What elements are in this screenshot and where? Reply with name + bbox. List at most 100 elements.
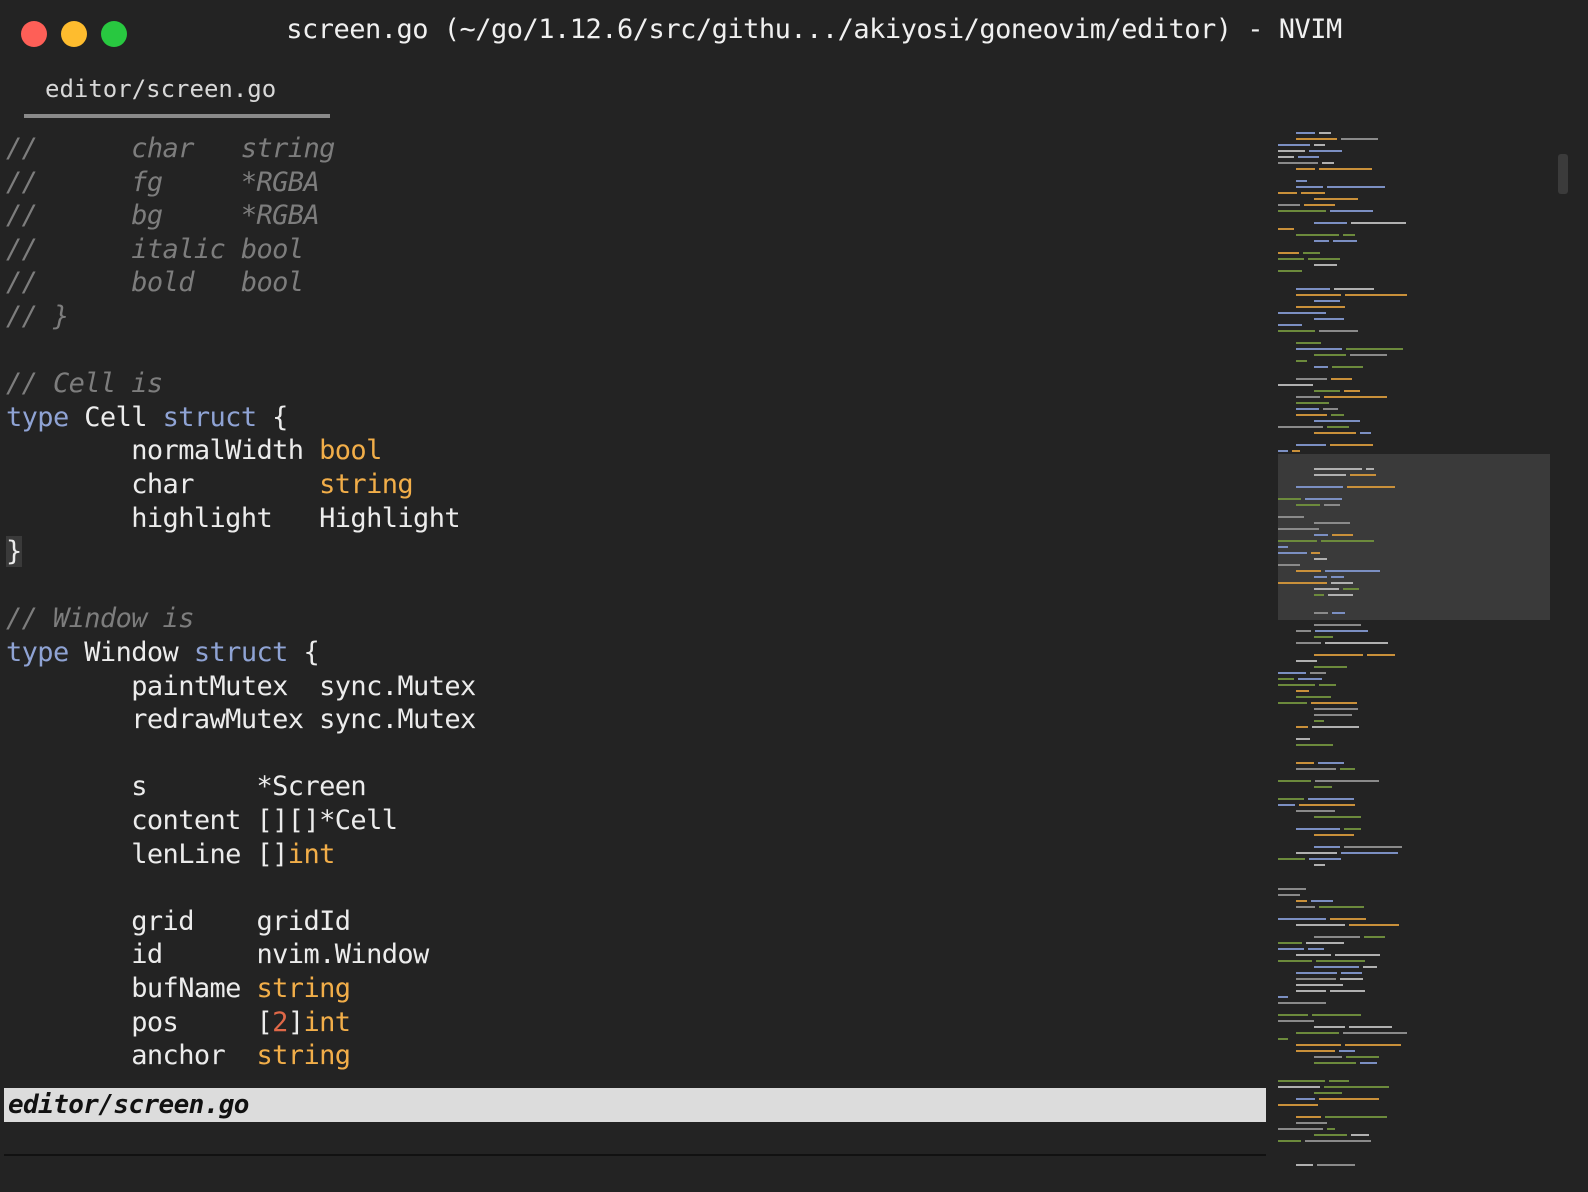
minimap-line: [1316, 960, 1365, 962]
code-editor[interactable]: // char string// fg *RGBA// bg *RGBA// i…: [0, 130, 1262, 1090]
minimap-line: [1330, 990, 1365, 992]
minimap-line: [1314, 1026, 1345, 1028]
minimap-line: [1314, 720, 1324, 722]
minimap-line: [1367, 654, 1395, 656]
minimap-line: [1296, 294, 1341, 296]
minimap-line: [1340, 768, 1355, 770]
minimap-line: [1303, 252, 1320, 254]
minimap-line: [1301, 192, 1325, 194]
minimap-line: [1296, 810, 1335, 812]
minimap-line: [1314, 222, 1347, 224]
minimap-line: [1296, 234, 1339, 236]
minimap-line: [1278, 270, 1302, 272]
minimap-line: [1278, 450, 1288, 452]
minimap-line: [1296, 990, 1326, 992]
minimap-line: [1296, 378, 1327, 380]
code-token: // char string: [6, 133, 335, 164]
minimap-line: [1314, 588, 1339, 590]
code-token: // italic bool: [6, 233, 304, 265]
minimap-line: [1327, 426, 1349, 428]
minimap-line: [1296, 444, 1326, 446]
code-token: struct: [162, 401, 258, 433]
minimap-line: [1351, 222, 1406, 224]
minimap-line: [1333, 240, 1357, 242]
minimap-line: [1278, 996, 1288, 998]
minimap-line: [1296, 900, 1307, 902]
minimap-line: [1296, 288, 1330, 290]
minimap-line: [1314, 420, 1360, 422]
minimap-line: [1299, 804, 1355, 806]
title-bar: screen.go (~/go/1.12.6/src/githu.../akiy…: [0, 0, 1588, 66]
minimap-line: [1334, 288, 1374, 290]
minimap-line: [1343, 588, 1359, 590]
minimap-line: [1314, 864, 1325, 866]
minimap-line: [1311, 702, 1357, 704]
code-token: highlight Highlight: [6, 502, 461, 534]
minimap-line: [1278, 798, 1304, 800]
minimap-line: [1314, 366, 1328, 368]
code-token: Window: [68, 637, 194, 668]
code-token: type: [6, 401, 69, 433]
minimap-line: [1278, 702, 1307, 704]
minimap-line: [1296, 768, 1336, 770]
minimap-line: [1341, 852, 1398, 854]
minimap-line: [1314, 264, 1337, 266]
minimap-line: [1330, 210, 1373, 212]
minimap-line: [1296, 1050, 1335, 1052]
minimap-line: [1314, 966, 1359, 968]
minimap-line: [1314, 240, 1329, 242]
minimap-line: [1296, 696, 1331, 698]
minimap-line: [1332, 534, 1353, 536]
minimap-line: [1296, 414, 1327, 416]
minimap-line: [1319, 1098, 1379, 1100]
minimap-line: [1366, 468, 1374, 470]
scrollbar-thumb[interactable]: [1558, 154, 1568, 194]
minimap-line: [1314, 714, 1352, 716]
minimap-line: [1278, 960, 1312, 962]
minimap-line: [1296, 396, 1320, 398]
minimap-line: [1278, 312, 1326, 314]
minimap-line: [1278, 564, 1300, 566]
minimap-line: [1296, 1164, 1313, 1166]
tab-editor-screen-go[interactable]: editor/screen.go: [24, 66, 330, 118]
minimap-line: [1346, 1056, 1379, 1058]
minimap-line: [1331, 582, 1353, 584]
code-token: bufName: [6, 973, 257, 1004]
minimap-line: [1296, 186, 1323, 188]
minimap-line: [1278, 582, 1327, 584]
minimap-line: [1305, 1140, 1371, 1142]
minimap-line: [1341, 972, 1362, 974]
code-token: id nvim.Window: [6, 939, 429, 971]
minimap-line: [1278, 228, 1294, 230]
minimap-line: [1296, 306, 1345, 308]
minimap-line: [1314, 474, 1346, 476]
minimap-line: [1349, 924, 1399, 926]
minimap-line: [1312, 1014, 1361, 1016]
code-token: redrawMutex sync.Mutex: [6, 704, 476, 736]
minimap-line: [1314, 936, 1360, 938]
minimap-line: [1278, 498, 1301, 500]
minimap-line: [1278, 1128, 1323, 1130]
minimap-line: [1314, 612, 1328, 614]
minimap-line: [1312, 726, 1359, 728]
minimap-line: [1329, 1080, 1349, 1082]
minimap-line: [1296, 954, 1331, 956]
minimap-line: [1360, 1062, 1377, 1064]
minimap-line: [1340, 978, 1363, 980]
code-token: // bold bool: [6, 267, 304, 299]
minimap-line: [1308, 258, 1340, 260]
minimap-line: [1314, 786, 1332, 788]
minimap-line: [1296, 408, 1319, 410]
code-token: normalWidth: [6, 435, 320, 467]
code-line: lenLine []int: [6, 838, 335, 872]
minimap-line: [1296, 906, 1315, 908]
minimap-line: [1308, 948, 1324, 950]
minimap-line: [1278, 942, 1302, 944]
minimap-line: [1314, 300, 1340, 302]
minimap-line: [1278, 918, 1326, 920]
minimap[interactable]: [1278, 130, 1558, 1180]
minimap-line: [1278, 426, 1323, 428]
code-token: bool: [319, 435, 382, 467]
minimap-line: [1278, 192, 1297, 194]
minimap-line: [1278, 948, 1304, 950]
